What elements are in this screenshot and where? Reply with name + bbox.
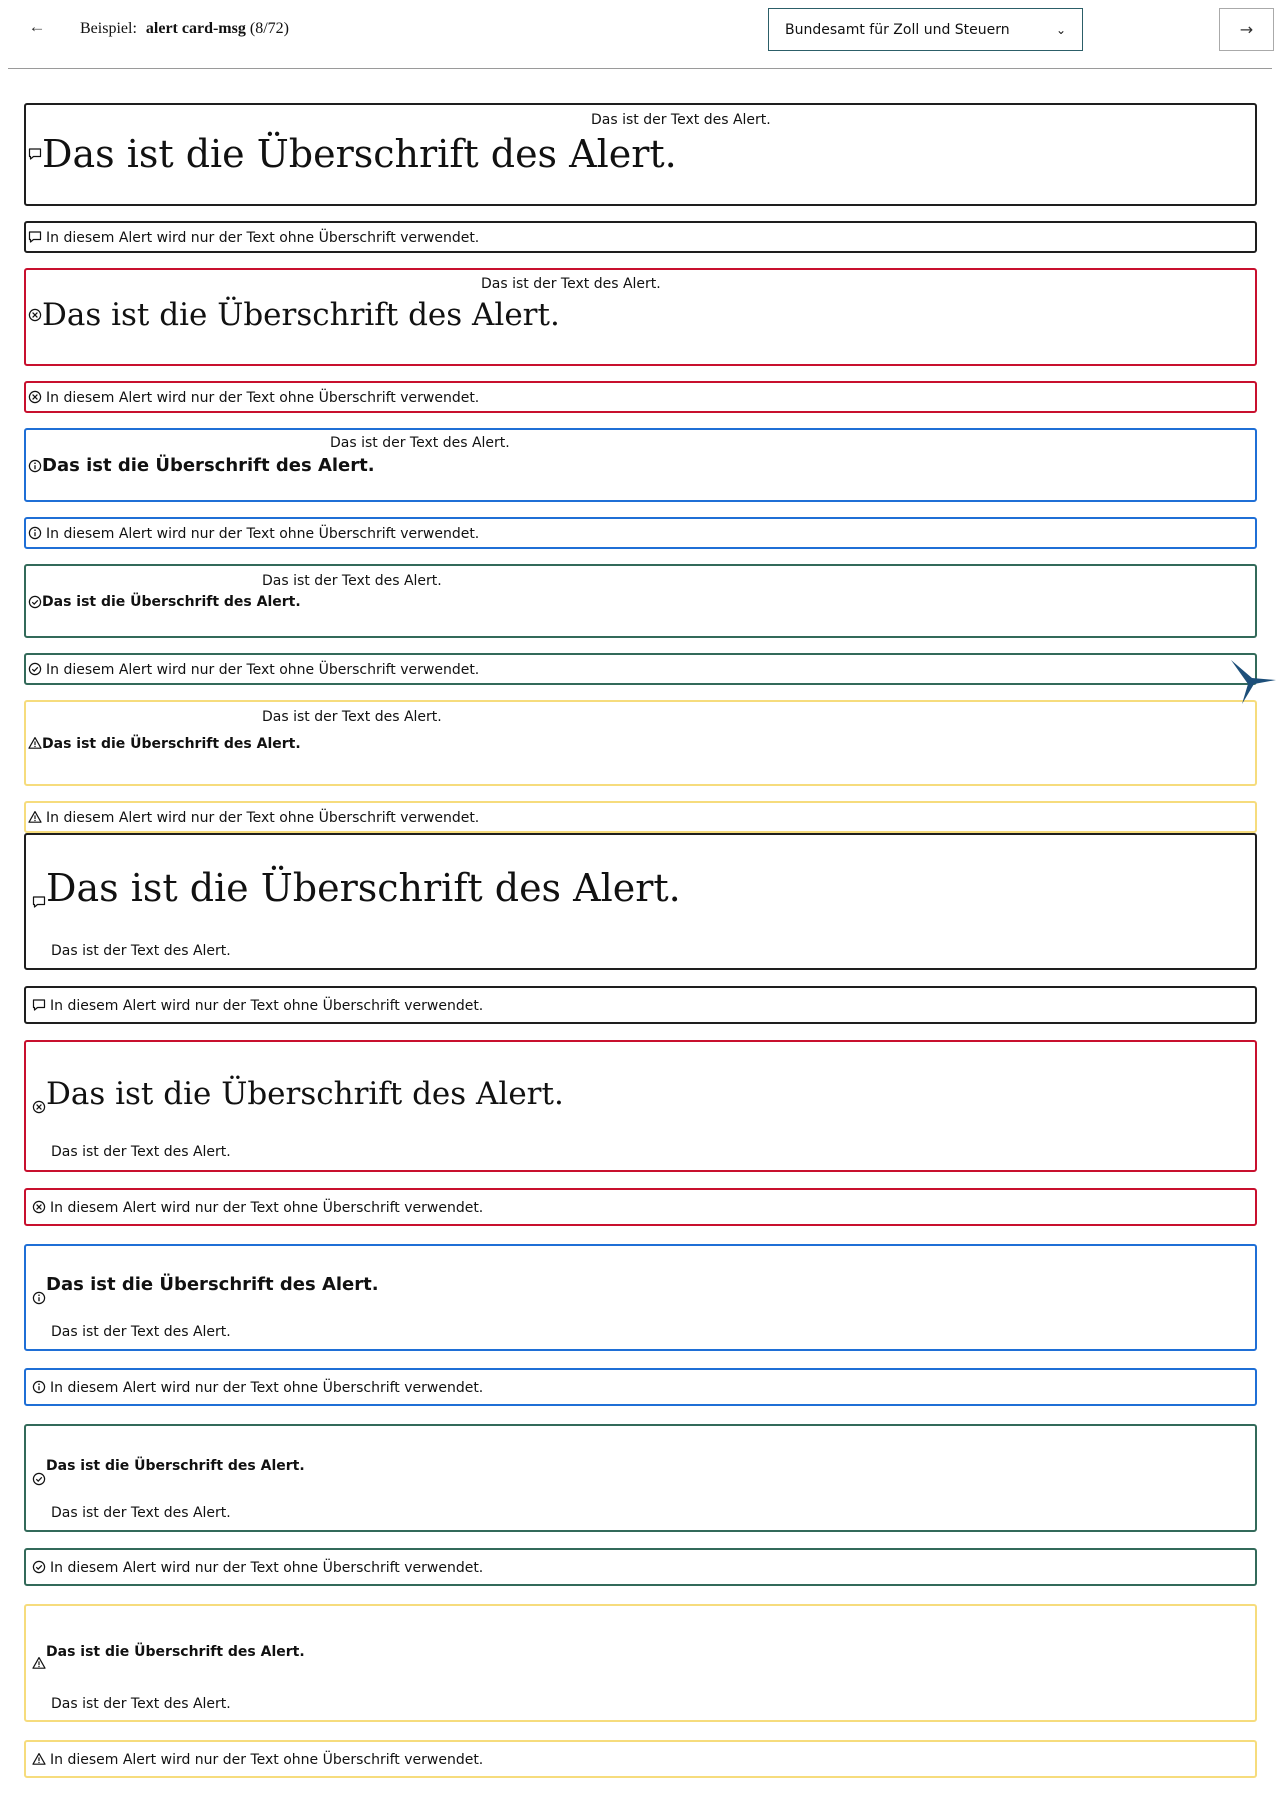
alert-text: Das ist der Text des Alert.: [51, 1696, 231, 1712]
alert-card-warning-with-heading: Das ist die Überschrift des Alert. Das i…: [24, 1604, 1257, 1722]
circle-check-icon: [28, 595, 42, 609]
circle-x-icon: [32, 1200, 46, 1214]
speech-bubble-icon: [28, 147, 42, 161]
arrow-right-icon: →: [1239, 20, 1254, 39]
alert-default-with-heading: Das ist die Überschrift des Alert. Das i…: [24, 103, 1257, 206]
speech-bubble-icon: [28, 230, 42, 244]
top-bar: ← Beispiel: alert card-msg (8/72) Bundes…: [0, 0, 1280, 69]
circle-info-icon: [28, 459, 42, 473]
alert-info-text-only: In diesem Alert wird nur der Text ohne Ü…: [24, 517, 1257, 549]
circle-x-icon: [28, 308, 42, 322]
alert-text: In diesem Alert wird nur der Text ohne Ü…: [50, 1200, 484, 1216]
circle-check-icon: [32, 1472, 46, 1486]
alert-text: In diesem Alert wird nur der Text ohne Ü…: [50, 998, 484, 1014]
alert-warning-with-heading: Das ist die Überschrift des Alert. Das i…: [24, 700, 1257, 786]
alert-text: Das ist der Text des Alert.: [51, 1144, 231, 1160]
alert-text: In diesem Alert wird nur der Text ohne Ü…: [46, 230, 480, 246]
circle-check-icon: [32, 1560, 46, 1574]
circle-check-icon: [28, 662, 42, 676]
alert-text: Das ist der Text des Alert.: [51, 1324, 231, 1340]
header-divider: [8, 68, 1272, 69]
example-count: (8/72): [249, 20, 289, 37]
warning-triangle-icon: [32, 1656, 46, 1670]
alert-text: In diesem Alert wird nur der Text ohne Ü…: [50, 1380, 484, 1396]
alert-text: Das ist der Text des Alert.: [591, 112, 771, 128]
arrow-left-icon: ←: [28, 17, 46, 36]
speech-bubble-icon: [32, 895, 46, 909]
alert-default-text-only: In diesem Alert wird nur der Text ohne Ü…: [24, 221, 1257, 253]
alert-text: In diesem Alert wird nur der Text ohne Ü…: [46, 662, 480, 678]
warning-triangle-icon: [28, 736, 42, 750]
alert-heading: Das ist die Überschrift des Alert.: [46, 866, 681, 910]
warning-triangle-icon: [32, 1752, 46, 1766]
circle-info-icon: [32, 1291, 46, 1305]
next-button[interactable]: →: [1219, 8, 1274, 51]
alert-heading: Das ist die Überschrift des Alert.: [46, 1076, 564, 1112]
alert-heading: Das ist die Überschrift des Alert.: [42, 594, 301, 610]
alert-text: In diesem Alert wird nur der Text ohne Ü…: [46, 810, 480, 826]
alert-card-error-text-only: In diesem Alert wird nur der Text ohne Ü…: [24, 1188, 1257, 1226]
alert-text: Das ist der Text des Alert.: [262, 709, 442, 725]
alert-info-with-heading: Das ist die Überschrift des Alert. Das i…: [24, 428, 1257, 502]
alert-text: Das ist der Text des Alert.: [51, 943, 231, 959]
alert-text: In diesem Alert wird nur der Text ohne Ü…: [46, 390, 480, 406]
alert-card-error-with-heading: Das ist die Überschrift des Alert. Das i…: [24, 1040, 1257, 1172]
alert-text: Das ist der Text des Alert.: [51, 1505, 231, 1521]
alert-card-warning-text-only: In diesem Alert wird nur der Text ohne Ü…: [24, 1740, 1257, 1778]
circle-info-icon: [28, 526, 42, 540]
alert-card-info-text-only: In diesem Alert wird nur der Text ohne Ü…: [24, 1368, 1257, 1406]
alert-text: Das ist der Text des Alert.: [330, 435, 510, 451]
alert-heading: Das ist die Überschrift des Alert.: [42, 736, 301, 752]
circle-x-icon: [28, 390, 42, 404]
alert-text: In diesem Alert wird nur der Text ohne Ü…: [50, 1560, 484, 1576]
alert-error-with-heading: Das ist die Überschrift des Alert. Das i…: [24, 268, 1257, 366]
alert-heading: Das ist die Überschrift des Alert.: [46, 1458, 305, 1474]
alert-text: Das ist der Text des Alert.: [481, 276, 661, 292]
bird-logo-icon: [1231, 660, 1276, 704]
example-breadcrumb: Beispiel: alert card-msg (8/72): [80, 20, 289, 38]
organisation-select[interactable]: Bundesamt für Zoll und Steuern ⌄: [768, 8, 1083, 51]
circle-x-icon: [32, 1100, 46, 1114]
alert-success-text-only: In diesem Alert wird nur der Text ohne Ü…: [24, 653, 1257, 685]
alert-heading: Das ist die Überschrift des Alert.: [42, 297, 560, 333]
alert-success-with-heading: Das ist die Überschrift des Alert. Das i…: [24, 564, 1257, 638]
alert-card-success-text-only: In diesem Alert wird nur der Text ohne Ü…: [24, 1548, 1257, 1586]
speech-bubble-icon: [32, 998, 46, 1012]
alert-heading: Das ist die Überschrift des Alert.: [46, 1274, 379, 1295]
back-button[interactable]: ←: [24, 14, 50, 40]
alert-text: In diesem Alert wird nur der Text ohne Ü…: [46, 526, 480, 542]
organisation-select-value: Bundesamt für Zoll und Steuern: [785, 21, 1010, 38]
alert-warning-text-only: In diesem Alert wird nur der Text ohne Ü…: [24, 801, 1257, 833]
alert-heading: Das ist die Überschrift des Alert.: [42, 132, 677, 176]
warning-triangle-icon: [28, 810, 42, 824]
alert-text: Das ist der Text des Alert.: [262, 573, 442, 589]
alert-error-text-only: In diesem Alert wird nur der Text ohne Ü…: [24, 381, 1257, 413]
alert-heading: Das ist die Überschrift des Alert.: [46, 1644, 305, 1660]
alert-card-success-with-heading: Das ist die Überschrift des Alert. Das i…: [24, 1424, 1257, 1532]
alert-heading: Das ist die Überschrift des Alert.: [42, 455, 375, 476]
alert-card-default-text-only: In diesem Alert wird nur der Text ohne Ü…: [24, 986, 1257, 1024]
circle-info-icon: [32, 1380, 46, 1394]
alert-text: In diesem Alert wird nur der Text ohne Ü…: [50, 1752, 484, 1768]
alert-card-info-with-heading: Das ist die Überschrift des Alert. Das i…: [24, 1244, 1257, 1351]
example-name: alert card-msg: [145, 20, 246, 37]
chevron-down-icon: ⌄: [1055, 22, 1066, 37]
alert-card-default-with-heading: Das ist die Überschrift des Alert. Das i…: [24, 833, 1257, 970]
example-label: Beispiel:: [80, 20, 137, 37]
